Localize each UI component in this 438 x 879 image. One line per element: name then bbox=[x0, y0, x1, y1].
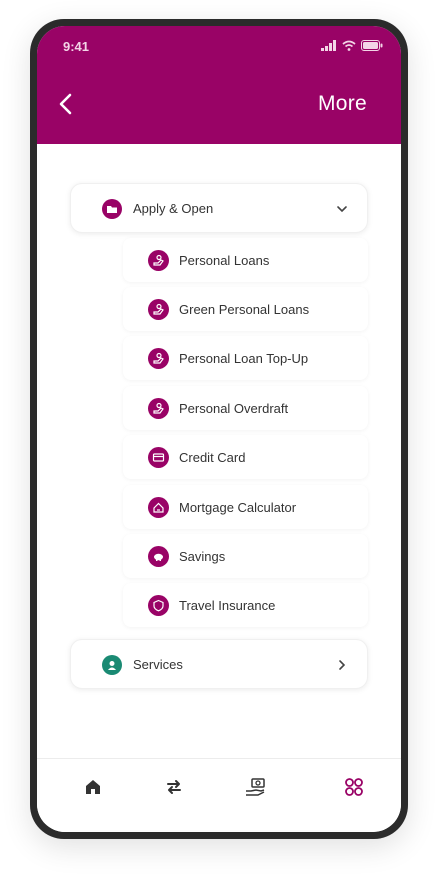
loan-icon bbox=[148, 299, 169, 320]
group-services[interactable]: Services bbox=[70, 639, 368, 689]
loan-icon bbox=[148, 250, 169, 271]
menu-item-mortgage-calculator[interactable]: Mortgage Calculator bbox=[123, 485, 368, 529]
mortgage-icon bbox=[148, 497, 169, 518]
menu-item-label: Green Personal Loans bbox=[179, 302, 310, 317]
header-bar: 9:41 More bbox=[37, 26, 401, 144]
menu-item-credit-card[interactable]: Credit Card bbox=[123, 435, 368, 479]
status-time: 9:41 bbox=[63, 39, 90, 54]
loan-icon bbox=[148, 398, 169, 419]
menu-item-label: Personal Loan Top-Up bbox=[179, 351, 309, 366]
menu-item-label: Credit Card bbox=[179, 450, 246, 465]
home-icon bbox=[86, 780, 100, 794]
screen: 9:41 More Apply & Open Personal Loans Gr… bbox=[37, 26, 401, 832]
group-label: Services bbox=[133, 657, 183, 672]
chevron-left-icon bbox=[59, 93, 72, 115]
menu-item-savings[interactable]: Savings bbox=[123, 534, 368, 578]
menu-item-label: Savings bbox=[179, 549, 226, 564]
menu-item-label: Personal Overdraft bbox=[179, 401, 289, 416]
status-icons bbox=[321, 40, 383, 51]
nav-more[interactable] bbox=[334, 777, 374, 813]
credit-card-icon bbox=[148, 447, 169, 468]
more-grid-icon bbox=[345, 778, 363, 796]
menu-item-green-personal-loans[interactable]: Green Personal Loans bbox=[123, 287, 368, 331]
shield-icon bbox=[148, 595, 169, 616]
phone-frame: 9:41 More Apply & Open Personal Loans Gr… bbox=[30, 19, 408, 839]
menu-item-personal-loans[interactable]: Personal Loans bbox=[123, 238, 368, 282]
menu-item-label: Travel Insurance bbox=[179, 598, 276, 613]
menu-item-personal-loan-top-up[interactable]: Personal Loan Top-Up bbox=[123, 336, 368, 380]
nav-home[interactable] bbox=[73, 777, 113, 813]
menu-item-label: Mortgage Calculator bbox=[179, 500, 297, 515]
chevron-down-icon bbox=[337, 206, 347, 213]
page-title: More bbox=[317, 92, 367, 115]
payments-icon bbox=[246, 778, 265, 796]
chevron-right-icon bbox=[339, 660, 346, 670]
piggy-bank-icon bbox=[148, 546, 169, 567]
signal-icon bbox=[321, 40, 336, 51]
battery-icon bbox=[361, 40, 383, 51]
wifi-icon bbox=[342, 40, 356, 51]
menu-item-personal-overdraft[interactable]: Personal Overdraft bbox=[123, 386, 368, 430]
bottom-nav bbox=[37, 758, 401, 832]
back-button[interactable] bbox=[55, 92, 79, 116]
loan-icon bbox=[148, 348, 169, 369]
nav-transfers[interactable] bbox=[154, 777, 194, 813]
group-apply-open[interactable]: Apply & Open bbox=[70, 183, 368, 233]
menu-item-label: Personal Loans bbox=[179, 253, 270, 268]
transfer-icon bbox=[167, 780, 181, 794]
services-icon bbox=[102, 655, 122, 675]
nav-payments[interactable] bbox=[236, 777, 276, 813]
group-label: Apply & Open bbox=[133, 201, 214, 216]
menu-item-travel-insurance[interactable]: Travel Insurance bbox=[123, 583, 368, 627]
folder-icon bbox=[102, 199, 122, 219]
